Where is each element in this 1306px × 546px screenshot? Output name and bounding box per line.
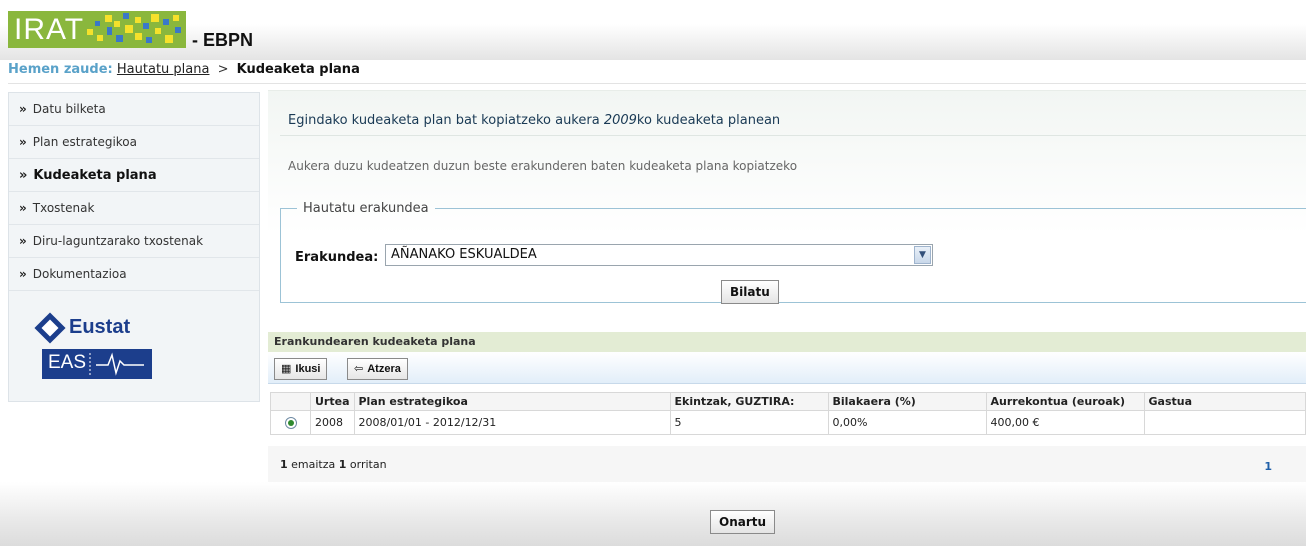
sidebar-item-kudeaketa-plana[interactable]: » Kudeaketa plana	[9, 159, 259, 192]
breadcrumb-prefix: Hemen zaude:	[8, 62, 113, 77]
column-header-select	[270, 392, 311, 411]
pager-info: 1 emaitza 1 orritan	[280, 458, 387, 471]
sidebar-item-plan-estrategikoa[interactable]: » Plan estrategikoa	[9, 126, 259, 159]
irati-logo: IRATI	[8, 11, 186, 48]
sidebar-item-label: Plan estrategikoa	[32, 135, 137, 149]
app-title-suffix: - EBPN	[192, 30, 254, 50]
organization-fieldset: Hautatu erakundea Erakundea: AÑANAKO ESK…	[280, 201, 1306, 304]
eustat-logo-text: Eustat	[69, 316, 131, 338]
results-section-title: Erankundearen kudeaketa plana	[268, 332, 1306, 352]
sidebar-item-label: Dokumentazioa	[32, 267, 127, 281]
view-button[interactable]: ▦ Ikusi	[274, 358, 328, 380]
breadcrumb: Hemen zaude: Hautatu plana > Kudeaketa p…	[8, 62, 1306, 84]
app-header: IRATI - EBPN	[0, 0, 1306, 60]
page-subtitle: Aukera duzu kudeatzen duzun beste erakun…	[288, 159, 798, 173]
eustat-logo: Eustat	[34, 312, 157, 345]
sidebar-item-label: Diru-laguntzarako txostenak	[32, 234, 204, 248]
page-title-text: Egindako kudeaketa plan bat kopiatzeko a…	[288, 113, 604, 128]
view-button-label: Ikusi	[295, 363, 321, 375]
chevron-down-icon[interactable]: ▼	[914, 246, 931, 264]
heartbeat-icon	[89, 352, 144, 376]
cell-evolution: 0,00%	[827, 410, 987, 435]
intro-panel: Egindako kudeaketa plan bat kopiatzeko a…	[268, 90, 1306, 330]
column-header-urtea[interactable]: Urtea	[310, 392, 355, 411]
cell-actions: 5	[669, 410, 829, 435]
binoculars-icon: ▦	[281, 363, 292, 375]
column-header-plan[interactable]: Plan estrategikoa	[353, 392, 671, 411]
sidebar-item-txostenak[interactable]: » Txostenak	[9, 192, 259, 225]
chevron-right-icon: »	[19, 168, 28, 183]
back-button-label: Atzera	[367, 363, 401, 375]
pager-bar: 1 emaitza 1 orritan 1	[268, 446, 1306, 486]
row-radio[interactable]	[284, 417, 297, 429]
breadcrumb-separator: >	[217, 62, 229, 77]
column-header-ekintzak[interactable]: Ekintzak, GUZTIRA:	[669, 392, 829, 411]
eas-logo-text: EAS	[48, 352, 87, 373]
partner-logos: Eustat EAS	[34, 312, 157, 379]
fieldset-legend: Hautatu erakundea	[303, 201, 429, 216]
cell-spent	[1143, 410, 1306, 435]
page-title-year: 2009	[603, 113, 637, 128]
back-arrow-icon: ⇦	[354, 363, 364, 375]
accept-button[interactable]: Onartu	[710, 510, 776, 534]
results-table: Urtea Plan estrategikoa Ekintzak, GUZTIR…	[270, 392, 1306, 435]
footer-bar: Onartu	[0, 482, 1306, 546]
search-button[interactable]: Bilatu	[721, 280, 779, 304]
chevron-right-icon: »	[19, 201, 27, 215]
back-button[interactable]: ⇦ Atzera	[347, 358, 408, 380]
sidebar-item-label: Kudeaketa plana	[33, 168, 157, 183]
chevron-right-icon: »	[19, 102, 27, 116]
pager-result-count: 1	[280, 458, 288, 471]
page-title-text-end: ko kudeaketa planean	[636, 113, 781, 128]
sidebar-item-diru-laguntzarako-txostenak[interactable]: » Diru-laguntzarako txostenak	[9, 225, 259, 258]
sidebar-item-dokumentazioa[interactable]: » Dokumentazioa	[9, 258, 259, 291]
table-row[interactable]: 2008 2008/01/01 - 2012/12/31 5 0,00% 400…	[270, 410, 1306, 435]
cell-budget: 400,00 €	[985, 410, 1145, 435]
logo-text: IRATI	[14, 13, 94, 46]
pager-pages-word: orritan	[349, 458, 387, 471]
pager-page-count: 1	[338, 458, 347, 471]
organization-select[interactable]: AÑANAKO ESKUALDEA ▼	[385, 244, 933, 266]
column-header-bilakaera[interactable]: Bilakaera (%)	[827, 392, 987, 411]
pager-page-link[interactable]: 1	[1264, 460, 1272, 473]
eas-logo: EAS	[42, 349, 152, 379]
eustat-diamond-icon	[34, 312, 66, 344]
chevron-right-icon: »	[19, 267, 27, 281]
sidebar-item-label: Datu bilketa	[32, 102, 106, 116]
page-title: Egindako kudeaketa plan bat kopiatzeko a…	[288, 113, 780, 128]
organization-select-value: AÑANAKO ESKUALDEA	[391, 247, 537, 262]
cell-plan: 2008/01/01 - 2012/12/31	[353, 410, 671, 435]
divider	[280, 135, 1306, 136]
results-toolbar: ▦ Ikusi ⇦ Atzera	[268, 352, 1306, 384]
cell-year: 2008	[310, 410, 355, 435]
column-header-aurrekontua[interactable]: Aurrekontua (euroak)	[985, 392, 1145, 411]
breadcrumb-link-hautatu-plana[interactable]: Hautatu plana	[117, 62, 210, 77]
breadcrumb-current: Kudeaketa plana	[236, 62, 360, 77]
chevron-right-icon: »	[19, 135, 27, 149]
sidebar-item-label: Txostenak	[32, 201, 95, 215]
row-select-cell[interactable]	[270, 410, 311, 435]
sidebar-item-datu-bilketa[interactable]: » Datu bilketa	[9, 93, 259, 126]
column-header-gastua[interactable]: Gastua	[1143, 392, 1306, 411]
logo-mosaic-icon	[83, 11, 186, 48]
organization-label: Erakundea:	[295, 250, 379, 265]
table-header-row: Urtea Plan estrategikoa Ekintzak, GUZTIR…	[270, 392, 1306, 411]
pager-results-word: emaitza	[291, 458, 336, 471]
sidebar: » Datu bilketa » Plan estrategikoa » Kudeak…	[8, 92, 260, 402]
chevron-right-icon: »	[19, 234, 27, 248]
